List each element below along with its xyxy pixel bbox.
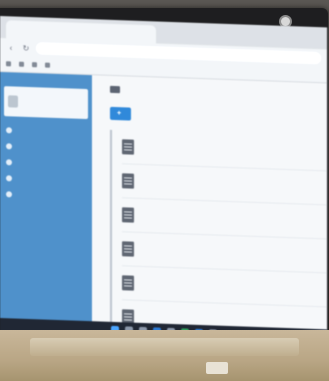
- document-icon: [122, 173, 134, 189]
- bookmark-item[interactable]: [45, 62, 50, 68]
- document-list: [110, 129, 327, 342]
- bookmark-icon: [19, 61, 24, 67]
- circle-icon: [6, 175, 12, 182]
- laptop-hinge: [30, 338, 299, 356]
- laptop-screen: ‹ ↻ +: [0, 16, 327, 346]
- circle-icon: [6, 143, 12, 150]
- app-body: +: [0, 72, 327, 346]
- document-icon: [122, 139, 134, 155]
- sidebar-item[interactable]: [0, 186, 92, 205]
- reload-icon[interactable]: ↻: [21, 43, 31, 52]
- brand-logo-box[interactable]: [4, 86, 88, 120]
- bookmark-icon: [6, 61, 11, 67]
- circle-icon: [6, 191, 12, 198]
- circle-icon: [6, 127, 12, 134]
- sticker: [206, 362, 228, 374]
- new-button[interactable]: +: [110, 106, 132, 121]
- sidebar: [0, 72, 92, 338]
- bookmark-item[interactable]: [19, 61, 24, 67]
- document-icon: [122, 241, 134, 257]
- document-icon: [122, 275, 134, 291]
- folder-icon: [110, 85, 120, 93]
- logo-icon: [8, 95, 18, 108]
- back-icon[interactable]: ‹: [6, 43, 16, 52]
- plus-icon: +: [117, 110, 122, 118]
- bookmark-item[interactable]: [6, 61, 11, 67]
- circle-icon: [6, 159, 12, 166]
- main-content: +: [92, 75, 327, 346]
- bookmark-icon: [32, 62, 37, 68]
- bookmark-icon: [45, 62, 50, 68]
- document-icon: [122, 207, 134, 223]
- photo-scene: ‹ ↻ +: [0, 0, 329, 381]
- bookmark-item[interactable]: [32, 62, 37, 68]
